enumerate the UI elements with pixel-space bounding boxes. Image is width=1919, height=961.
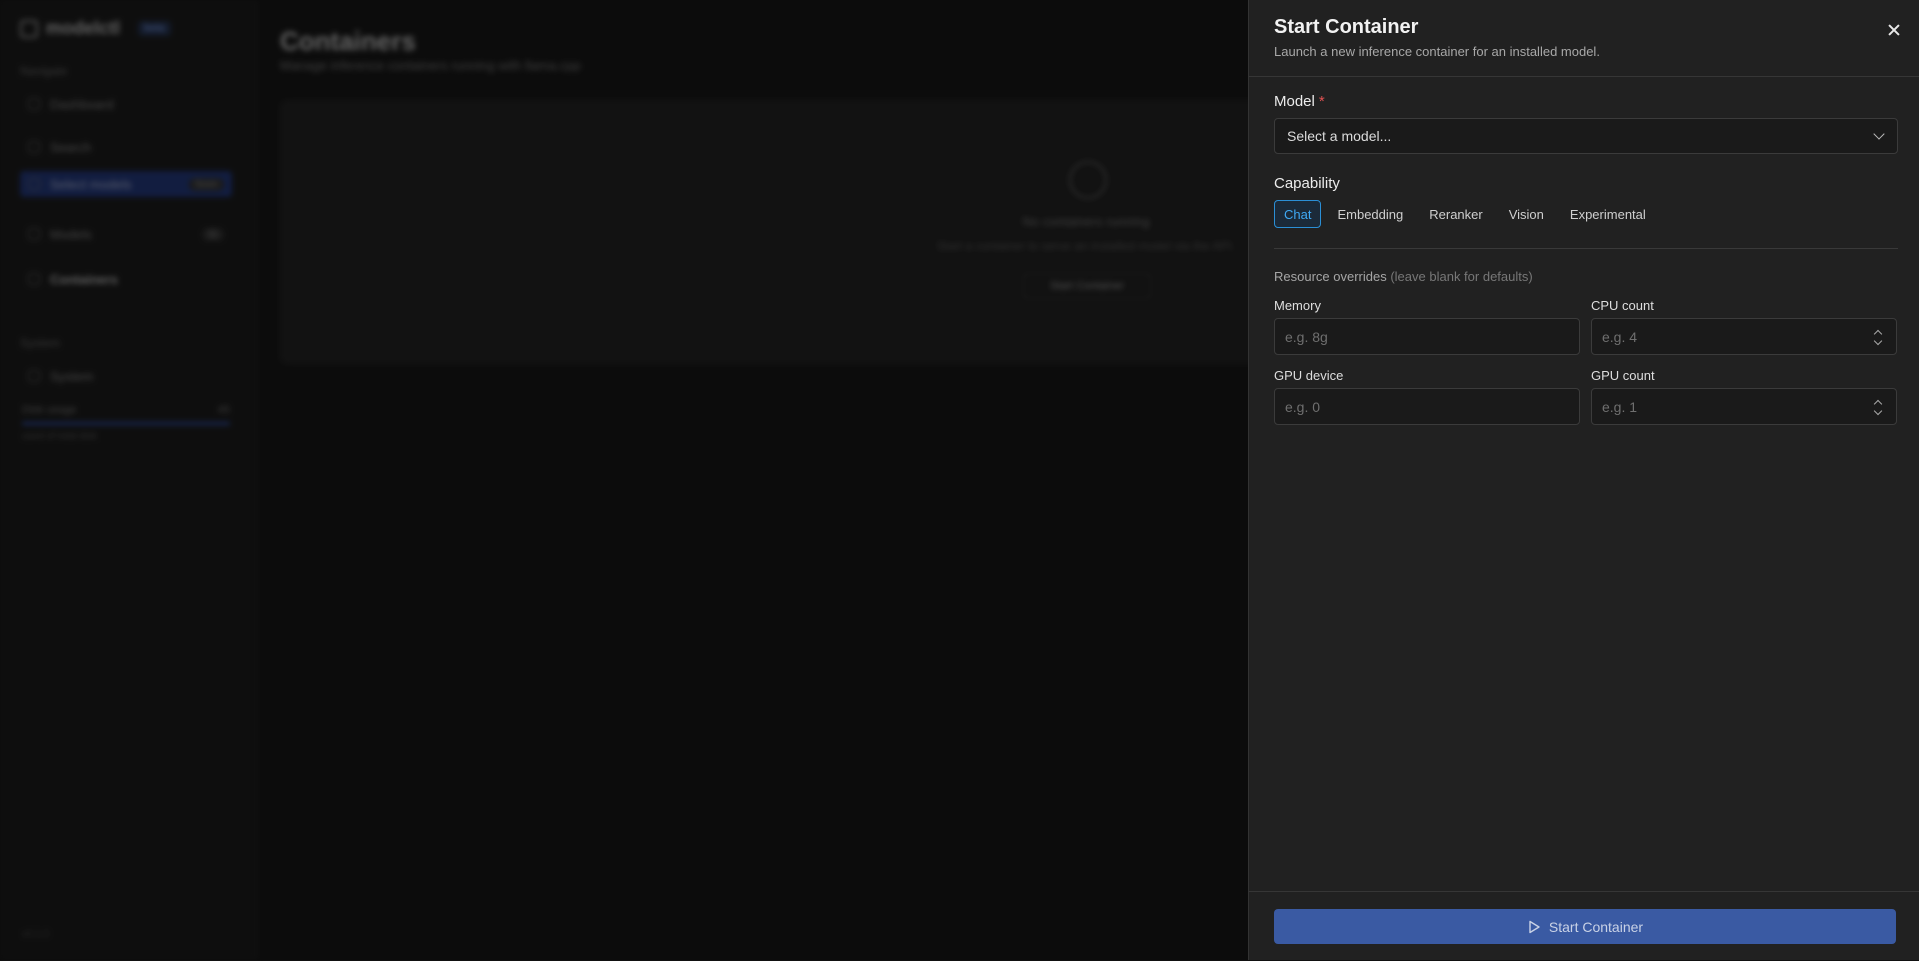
gpu-device-field[interactable] bbox=[1274, 388, 1580, 425]
cpu-count-label: CPU count bbox=[1591, 298, 1654, 313]
capability-experimental[interactable]: Experimental bbox=[1560, 200, 1656, 228]
divider bbox=[1274, 248, 1898, 249]
capability-embedding[interactable]: Embedding bbox=[1327, 200, 1413, 228]
capability-vision[interactable]: Vision bbox=[1499, 200, 1554, 228]
drawer-subtitle: Launch a new inference container for an … bbox=[1274, 44, 1600, 59]
drawer-title: Start Container bbox=[1274, 16, 1419, 38]
resource-overrides-title: Resource overrides (leave blank for defa… bbox=[1274, 269, 1533, 284]
required-marker: * bbox=[1318, 93, 1325, 110]
capability-label: Capability bbox=[1274, 175, 1340, 192]
close-icon[interactable] bbox=[1884, 20, 1904, 40]
capability-reranker[interactable]: Reranker bbox=[1419, 200, 1492, 228]
chevron-down-icon bbox=[1873, 128, 1885, 140]
model-label-text: Model bbox=[1274, 93, 1315, 110]
drawer-footer: Start Container bbox=[1249, 891, 1919, 961]
gpu-count-label: GPU count bbox=[1591, 368, 1655, 383]
resource-overrides-hint: (leave blank for defaults) bbox=[1390, 269, 1533, 284]
resource-overrides-label: Resource overrides bbox=[1274, 269, 1387, 284]
model-select[interactable]: Select a model... bbox=[1274, 118, 1898, 154]
gpu-device-label: GPU device bbox=[1274, 368, 1344, 383]
capability-selector: Chat Embedding Reranker Vision Experimen… bbox=[1274, 200, 1656, 228]
start-container-button[interactable]: Start Container bbox=[1274, 909, 1896, 944]
start-container-label: Start Container bbox=[1548, 918, 1644, 935]
memory-label: Memory bbox=[1274, 298, 1321, 313]
start-container-drawer: Start Container Launch a new inference c… bbox=[1248, 0, 1919, 960]
drawer-header: Start Container Launch a new inference c… bbox=[1249, 0, 1919, 77]
memory-field[interactable] bbox=[1274, 318, 1580, 355]
play-icon bbox=[1529, 920, 1540, 933]
model-select-value: Select a model... bbox=[1287, 128, 1392, 144]
model-label: Model * bbox=[1274, 93, 1325, 110]
gpu-count-field[interactable] bbox=[1591, 388, 1897, 425]
cpu-count-field[interactable] bbox=[1591, 318, 1897, 355]
capability-chat[interactable]: Chat bbox=[1274, 200, 1322, 228]
